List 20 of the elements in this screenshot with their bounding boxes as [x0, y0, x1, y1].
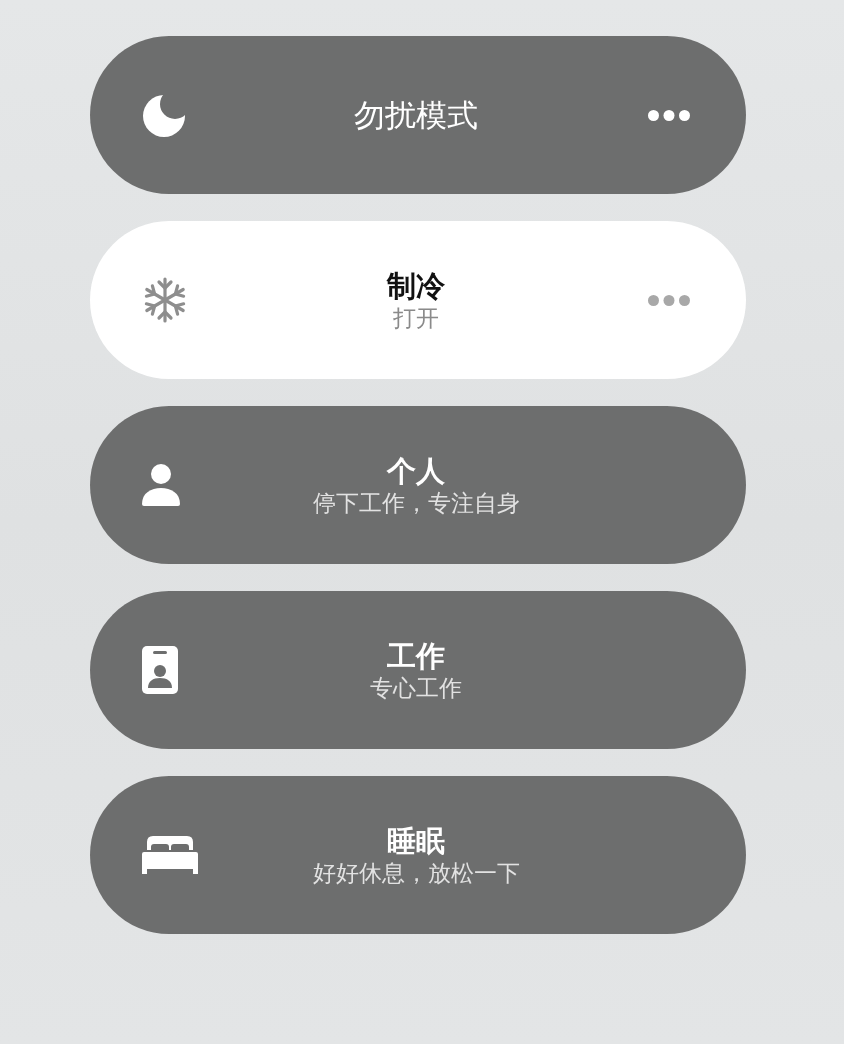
focus-mode-tile[interactable]: 制冷 打开 [90, 221, 746, 379]
mode-title: 睡眠 [387, 823, 445, 858]
person-icon [142, 464, 180, 506]
id-badge-icon [142, 646, 178, 694]
focus-mode-tile[interactable]: 个人 停下工作，专注自身 [90, 406, 746, 564]
more-icon[interactable] [648, 109, 690, 121]
focus-mode-tile[interactable]: 睡眠 好好休息，放松一下 [90, 776, 746, 934]
mode-subtitle: 打开 [393, 303, 439, 332]
mode-subtitle: 好好休息，放松一下 [312, 858, 520, 887]
mode-subtitle: 专心工作 [370, 673, 462, 702]
mode-title: 工作 [387, 638, 445, 673]
moon-icon [142, 92, 188, 138]
bed-icon [142, 836, 198, 874]
mode-subtitle: 停下工作，专注自身 [312, 488, 520, 517]
mode-title: 制冷 [387, 268, 445, 303]
mode-title: 勿扰模式 [354, 98, 478, 132]
focus-mode-tile[interactable]: 工作 专心工作 [90, 591, 746, 749]
focus-mode-tile[interactable]: 勿扰模式 [90, 36, 746, 194]
mode-title: 个人 [387, 453, 445, 488]
snowflake-icon [142, 277, 188, 323]
